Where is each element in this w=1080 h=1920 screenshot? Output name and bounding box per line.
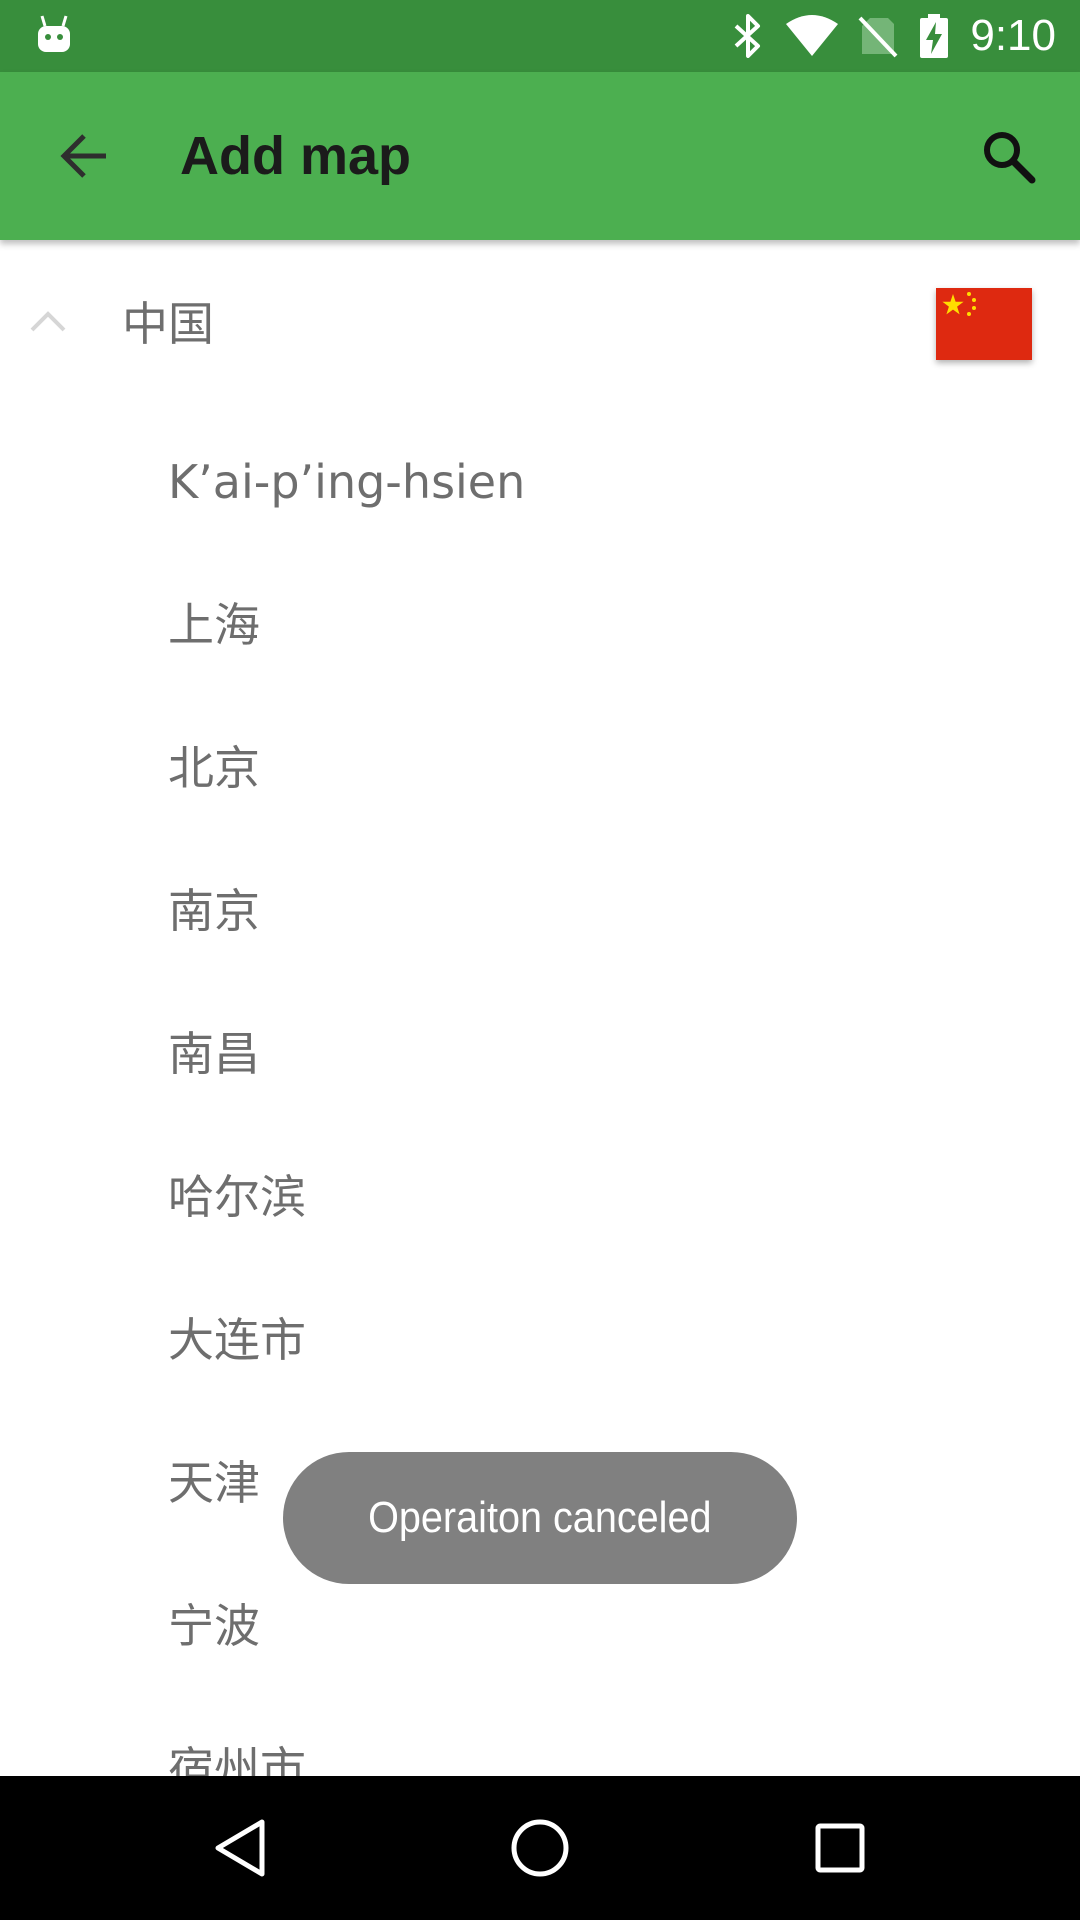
toast-message: Operaiton canceled — [283, 1452, 797, 1584]
wifi-icon — [786, 15, 838, 56]
list-item-label: 南京 — [168, 884, 260, 938]
page-title: Add map — [180, 126, 412, 186]
china-flag-icon — [936, 288, 1032, 360]
list-item-label: 大连市 — [168, 1313, 306, 1367]
android-icon — [38, 15, 70, 52]
nav-recents-button[interactable] — [780, 1798, 900, 1898]
list-item-label: 天津 — [168, 1456, 260, 1510]
list-item[interactable]: 大连市 — [0, 1268, 1080, 1411]
list-item-label: 上海 — [168, 598, 260, 652]
list-item[interactable]: 南昌 — [0, 982, 1080, 1125]
arrow-back-icon — [60, 134, 106, 178]
battery-charging-icon — [920, 14, 948, 58]
toast-text: Operaiton canceled — [368, 1493, 712, 1542]
bluetooth-icon — [734, 14, 760, 58]
system-nav-bar — [0, 1776, 1080, 1920]
home-circle-icon — [511, 1819, 569, 1877]
search-icon — [984, 132, 1036, 184]
list-item[interactable]: 宿州市 — [0, 1697, 1080, 1776]
list-item[interactable]: 哈尔滨 — [0, 1125, 1080, 1268]
search-button[interactable] — [966, 120, 1050, 192]
nav-home-button[interactable] — [480, 1798, 600, 1898]
list-item-label: 南昌 — [168, 1027, 260, 1081]
no-sim-icon — [858, 16, 898, 58]
app-bar: Add map — [0, 72, 1080, 240]
list-item-label: K’ai-p’ing-hsien — [168, 455, 526, 509]
status-clock: 9:10 — [970, 11, 1056, 60]
list-item-label: 宁波 — [168, 1599, 260, 1653]
list-item[interactable]: 北京 — [0, 696, 1080, 839]
back-button[interactable] — [42, 120, 126, 192]
list-item[interactable]: K’ai-p’ing-hsien — [0, 410, 1080, 553]
list-item-label: 哈尔滨 — [168, 1170, 306, 1224]
list-item[interactable]: 南京 — [0, 839, 1080, 982]
recents-square-icon — [815, 1823, 865, 1873]
status-bar: 9:10 — [0, 0, 1080, 72]
list-item-label: 宿州市 — [168, 1742, 306, 1776]
chevron-up-icon[interactable] — [28, 306, 68, 336]
country-label: 中国 — [122, 297, 214, 351]
nav-back-button[interactable] — [180, 1798, 300, 1898]
back-triangle-icon — [215, 1819, 265, 1877]
list-item[interactable]: 上海 — [0, 553, 1080, 696]
country-group-header[interactable]: 中国 — [0, 240, 1080, 410]
list-item-label: 北京 — [168, 741, 260, 795]
